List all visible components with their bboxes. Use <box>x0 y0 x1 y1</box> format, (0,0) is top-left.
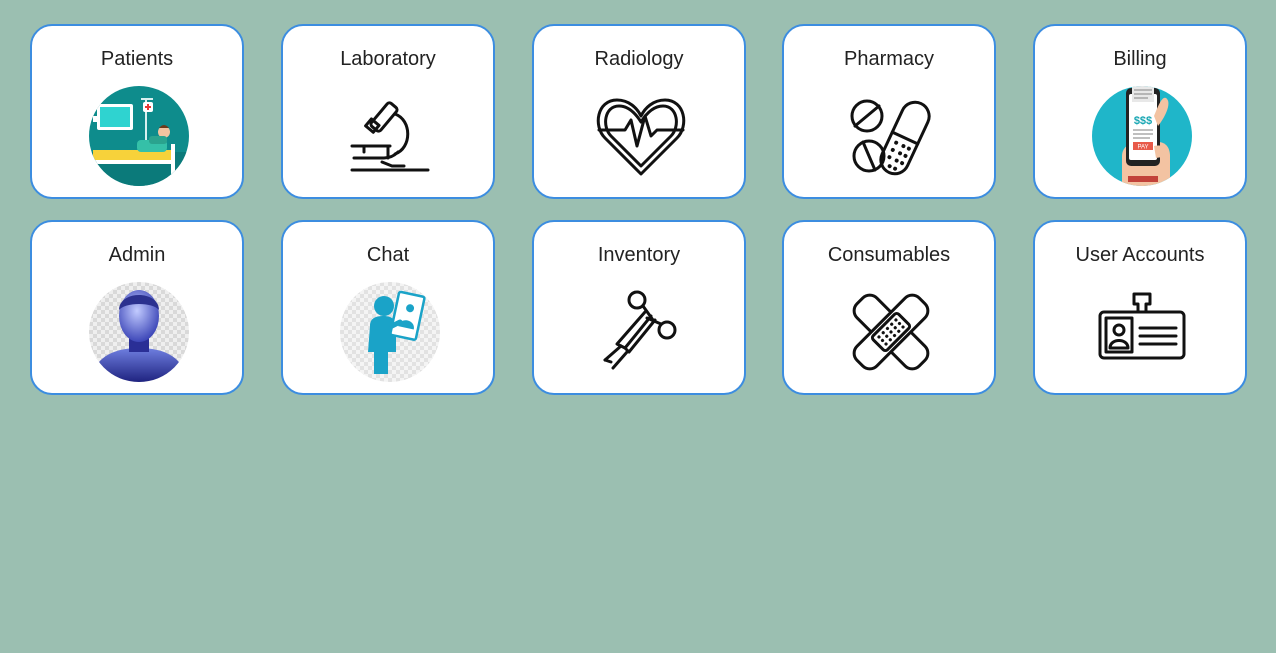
bandage-icon <box>841 282 941 382</box>
phone-pay-icon: $$$ PAY <box>1092 86 1192 186</box>
admin-avatar-icon <box>89 282 189 382</box>
svg-text:PAY: PAY <box>1137 145 1148 151</box>
module-grid: Patients Laboratory Radiology Pharmacy B… <box>0 0 1276 653</box>
tile-label: Laboratory <box>340 48 436 70</box>
tile-label: Admin <box>108 244 166 266</box>
tile-label: Pharmacy <box>843 48 935 70</box>
tile-billing[interactable]: Billing $$$ PAY <box>1033 24 1247 199</box>
scissors-icon <box>591 282 691 382</box>
patient-bed-icon <box>89 86 189 186</box>
tile-admin[interactable]: Admin <box>30 220 244 395</box>
tile-pharmacy[interactable]: Pharmacy <box>782 24 996 199</box>
tile-label: Billing <box>1113 48 1167 70</box>
tile-label: Chat <box>366 244 410 266</box>
tile-radiology[interactable]: Radiology <box>532 24 746 199</box>
pills-icon <box>841 86 941 186</box>
chat-person-icon <box>340 282 440 382</box>
microscope-icon <box>340 86 440 186</box>
tile-inventory[interactable]: Inventory <box>532 220 746 395</box>
tile-label: User Accounts <box>1075 244 1205 266</box>
tile-patients[interactable]: Patients <box>30 24 244 199</box>
tile-laboratory[interactable]: Laboratory <box>281 24 495 199</box>
tile-label: Consumables <box>827 244 951 266</box>
id-card-icon <box>1092 282 1192 382</box>
tile-chat[interactable]: Chat <box>281 220 495 395</box>
heart-pulse-icon <box>591 86 691 186</box>
tile-user-accounts[interactable]: User Accounts <box>1033 220 1247 395</box>
tile-consumables[interactable]: Consumables <box>782 220 996 395</box>
svg-text:$$$: $$$ <box>1134 115 1152 127</box>
tile-label: Inventory <box>597 244 681 266</box>
tile-label: Patients <box>100 48 174 70</box>
tile-label: Radiology <box>594 48 684 70</box>
